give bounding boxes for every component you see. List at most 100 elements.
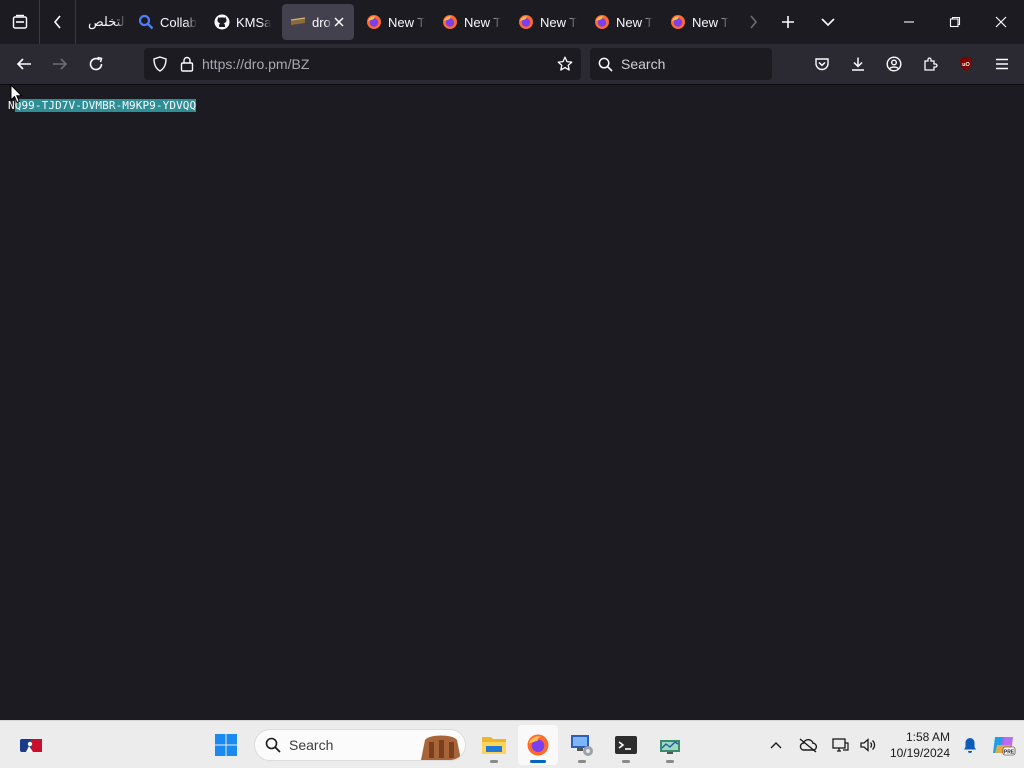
tab-new-4[interactable]: New T [586,4,658,40]
account-button[interactable] [878,48,910,80]
search-input[interactable] [621,56,751,72]
tab-new-2[interactable]: New T [434,4,506,40]
windows-logo-icon [215,734,237,756]
copilot-icon: PRE [993,737,1016,756]
widgets-button[interactable] [18,733,46,757]
window-controls [886,0,1024,44]
tab-arabic[interactable]: التخلص [80,4,126,40]
app-menu-button[interactable] [986,48,1018,80]
close-icon [995,16,1007,28]
selected-text[interactable]: Q99-TJD7V-DVMBR-M9KP9-YDVQQ [14,99,197,112]
network-display-icon [832,738,849,752]
list-all-tabs-button[interactable] [808,0,848,44]
pocket-button[interactable] [806,48,838,80]
ublock-origin-button[interactable]: uO [950,48,982,80]
tab-title: New T [464,14,502,30]
puzzle-icon [924,57,938,71]
github-icon [214,14,230,30]
page-content: NQ99-TJD7V-DVMBR-M9KP9-YDVQQ [0,86,1024,720]
search-icon [265,737,281,753]
firefox-icon [443,15,457,29]
firefox-icon [595,15,609,29]
bookmark-button[interactable] [557,56,573,72]
firefox-icon [519,15,533,29]
account-icon [886,56,902,72]
tab-new-5[interactable]: New T [662,4,734,40]
show-hidden-icons-button[interactable] [762,725,790,765]
taskbar-apps: Search [206,721,690,768]
plus-icon [782,16,794,28]
folder-icon [482,737,506,754]
back-button[interactable] [6,48,42,80]
url-text[interactable]: https://dro.pm/BZ [202,56,309,72]
computer-settings-icon [571,735,593,756]
network-button[interactable] [826,725,854,765]
start-button[interactable] [206,725,246,765]
search-icon [598,57,613,72]
chevron-left-icon [53,15,61,29]
system-tray: 1:58 AM 10/19/2024 PRE [762,721,1024,768]
shield-icon [153,56,167,72]
pocket-icon [815,58,829,71]
tab-scroll-left-button[interactable] [40,0,76,44]
taskbar-search-label: Search [289,737,334,753]
chevron-right-icon [750,15,758,29]
speaker-icon [860,738,876,752]
remote-desktop-button[interactable] [562,725,602,765]
tracking-protection-button[interactable] [152,56,168,72]
cloud-offline-icon [799,738,817,753]
ublock-shield-icon: uO [960,57,972,71]
windows-taskbar: Search 1:58 AM 10/19/2024 PRE [0,720,1024,768]
arrow-left-icon [16,58,31,70]
address-bar[interactable]: https://dro.pm/BZ [144,48,581,80]
terminal-button[interactable] [606,725,646,765]
network-app-button[interactable] [650,725,690,765]
extensions-button[interactable] [914,48,946,80]
file-explorer-button[interactable] [474,725,514,765]
onedrive-button[interactable] [790,725,826,765]
forward-button[interactable] [42,48,78,80]
tab-new-3[interactable]: New T [510,4,582,40]
reload-icon [89,56,103,71]
navigation-toolbar: https://dro.pm/BZ uO [0,44,1024,85]
site-info-button[interactable] [180,56,194,72]
browser-window: التخلص Collab KMSa dro New T New T New T… [0,0,1024,768]
tab-collab[interactable]: Collab [130,4,202,40]
notifications-button[interactable] [956,725,984,765]
tab-new-1[interactable]: New T [358,4,430,40]
minimize-button[interactable] [886,0,932,44]
close-window-button[interactable] [978,0,1024,44]
tab-title: New T [540,14,578,30]
tab-list: التخلص Collab KMSa dro New T New T New T… [76,0,738,44]
hamburger-menu-icon [996,58,1008,70]
clock-time: 1:58 AM [905,730,950,744]
reload-button[interactable] [78,48,114,80]
svg-text:PRE: PRE [1004,749,1015,755]
firefox-icon [367,15,381,29]
firefox-view-button[interactable] [0,0,40,44]
search-bar[interactable] [590,48,772,80]
tab-dro-active[interactable]: dro [282,4,354,40]
tab-title: dro [312,14,331,30]
clock-button[interactable]: 1:58 AM 10/19/2024 [890,729,950,761]
mlb-logo-icon [20,739,42,752]
volume-button[interactable] [854,725,882,765]
restore-button[interactable] [932,0,978,44]
firefox-icon [527,734,549,756]
svg-text:uO: uO [962,62,970,68]
tab-title: New T [616,14,654,30]
minimize-icon [904,21,914,23]
tab-kmsa[interactable]: KMSa [206,4,278,40]
copilot-button[interactable]: PRE [984,725,1024,765]
close-tab-button[interactable] [330,13,348,31]
taskbar-search[interactable]: Search [254,729,466,761]
firefox-icon [671,15,685,29]
new-tab-button[interactable] [768,0,808,44]
tab-scroll-right-button[interactable] [738,0,768,44]
firefox-taskbar-button[interactable] [518,725,558,765]
tab-title: New T [388,14,426,30]
download-icon [852,57,864,71]
firefox-view-icon [12,14,27,29]
downloads-button[interactable] [842,48,874,80]
bell-icon [964,738,976,753]
